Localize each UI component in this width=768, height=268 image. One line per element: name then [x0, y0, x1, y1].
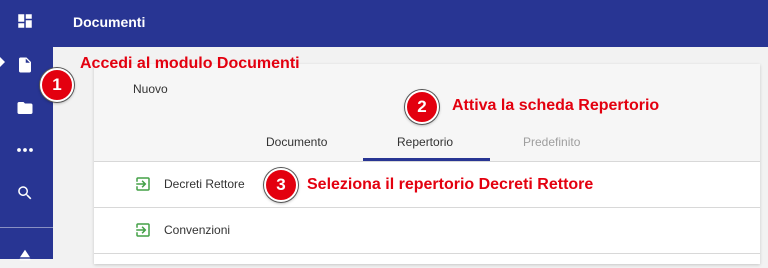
eject-icon[interactable]: [12, 242, 38, 268]
tab-predefinito: Predefinito: [523, 135, 581, 149]
dashboard-icon[interactable]: [12, 8, 38, 34]
step-badge-1: 1: [40, 68, 74, 102]
step-note-3: Seleziona il repertorio Decreti Rettore: [307, 176, 594, 193]
step-badge-2: 2: [405, 90, 439, 124]
more-horizontal-icon[interactable]: [12, 137, 38, 163]
list-item-convenzioni[interactable]: Convenzioni: [94, 208, 760, 254]
step-note-2: Attiva la scheda Repertorio: [452, 97, 660, 114]
sidebar-divider: [0, 227, 53, 228]
app-header: Documenti: [53, 0, 768, 47]
exit-to-app-icon: [134, 175, 152, 193]
document-icon[interactable]: [12, 52, 38, 78]
list-item-label: Decreti Rettore: [164, 177, 245, 191]
folder-icon[interactable]: [12, 95, 38, 121]
active-marker: [0, 57, 5, 67]
active-tab-indicator: [363, 158, 490, 161]
list-item-label: Convenzioni: [164, 223, 231, 237]
exit-to-app-icon: [134, 221, 152, 239]
step-note-1: Accedi al modulo Documenti: [80, 55, 300, 72]
search-icon[interactable]: [12, 180, 38, 206]
tab-repertorio[interactable]: Repertorio: [397, 135, 453, 149]
step-badge-3: 3: [264, 168, 298, 202]
sidebar: [0, 0, 53, 261]
new-label: Nuovo: [133, 82, 168, 96]
page-title: Documenti: [73, 14, 146, 30]
tab-documento[interactable]: Documento: [266, 135, 327, 149]
